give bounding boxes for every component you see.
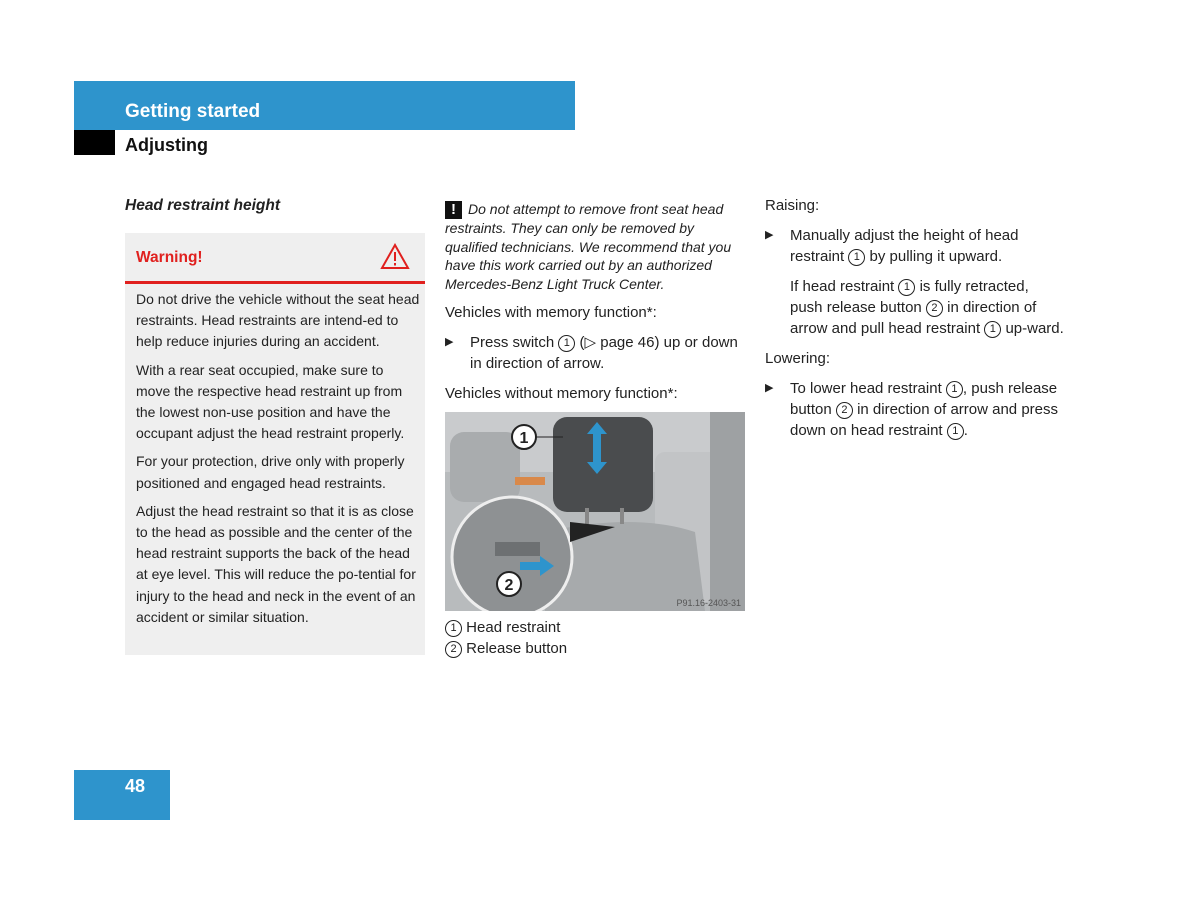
memory-step: Press switch 1 (▷ page 46) up or down in…: [445, 332, 745, 374]
warning-title: Warning!: [136, 249, 203, 266]
raise-note: If head restraint 1 is fully retracted, …: [790, 278, 1064, 338]
legend-item: 2 Release button: [445, 638, 745, 659]
warning-divider: [125, 281, 425, 284]
page-number: 48: [125, 776, 146, 796]
middle-column: ! Do not attempt to remove front seat hea…: [445, 200, 745, 659]
lower-step: To lower head restraint 1, push release …: [765, 378, 1065, 441]
caution-note: ! Do not attempt to remove front seat hea…: [445, 200, 745, 293]
section-marker: [74, 130, 115, 155]
subsection-title: Adjusting: [125, 135, 208, 155]
heading: Head restraint height: [125, 197, 281, 214]
warning-paragraph: Do not drive the vehicle without the sea…: [136, 291, 420, 350]
svg-text:1: 1: [520, 430, 529, 447]
warning-triangle-icon: [380, 243, 410, 269]
section-title: Getting started: [125, 101, 261, 122]
warning-paragraph: For your protection, drive only with pro…: [136, 453, 405, 491]
raise-step: Manually adjust the height of head restr…: [765, 225, 1065, 267]
exclamation-icon: !: [445, 201, 462, 219]
figure-legend: 1 Head restraint 2 Release button: [445, 617, 745, 659]
memory-heading: Vehicles with memory function*:: [445, 304, 657, 321]
no-memory-heading: Vehicles without memory function*:: [445, 385, 678, 402]
figure-code: P91.16-2403-31: [676, 598, 741, 608]
caution-text: Do not attempt to remove front seat head…: [445, 201, 732, 292]
svg-text:2: 2: [505, 577, 514, 594]
head-restraint-figure: 1 2 P91.16-2403-31: [445, 412, 745, 611]
warning-paragraph: With a rear seat occupied, make sure to …: [136, 361, 405, 442]
legend-item: 1 Head restraint: [445, 617, 745, 638]
warning-paragraph: Adjust the head restraint so that it is …: [136, 502, 416, 625]
section-header-bar: Getting started: [74, 81, 575, 130]
raising-heading: Raising:: [765, 197, 820, 214]
right-column: Raising: Manually adjust the height of h…: [765, 195, 1065, 450]
page-number-box: 48: [74, 770, 170, 820]
lowering-heading: Lowering:: [765, 350, 831, 367]
warning-box: Warning! Do not drive the vehicle withou…: [125, 233, 425, 655]
